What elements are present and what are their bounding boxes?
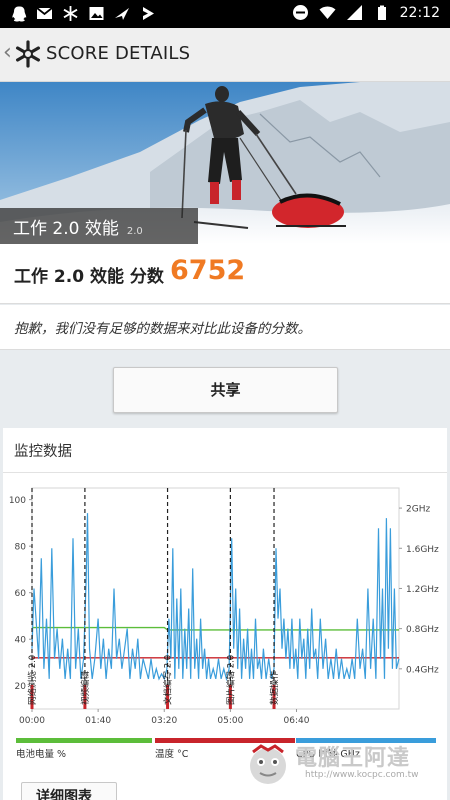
detailed-chart-button[interactable]: 详细图表 — [21, 782, 117, 800]
y-left-tick-label: 60 — [15, 589, 27, 599]
segment-marker-label: 文档编写 2.0 — [163, 655, 174, 705]
page-title: SCORE DETAILS — [46, 43, 191, 64]
y-left-tick-label: 40 — [15, 636, 27, 646]
mascot-logo-icon — [250, 744, 286, 784]
snowflake-icon — [63, 6, 78, 21]
pcmark-logo-icon — [15, 40, 40, 68]
monitoring-card: 监控数据 20 40 60 80 100 0.4GHz 0.8GHz 1.2GHz 1.6GHz… — [3, 428, 447, 800]
watermark-text: 電腦王阿達 — [295, 746, 411, 771]
download-icon — [143, 7, 154, 20]
segment-marker-label: 图片编辑 2.0 — [225, 655, 236, 705]
app-bar: ‹ SCORE DETAILS — [0, 28, 450, 82]
monitoring-chart[interactable]: 20 40 60 80 100 0.4GHz 0.8GHz 1.2GHz 1.6GHz 2GHz 0… — [3, 428, 447, 733]
y-right-tick-label: 0.4GHz — [406, 665, 439, 675]
x-tick-label: 03:20 — [151, 716, 177, 726]
watermark-url: http://www.kocpc.com.tw — [305, 770, 419, 780]
legend-swatch — [16, 738, 152, 743]
comparison-message-row: 抱歉，我们没有足够的数据来对比此设备的分数。 — [0, 305, 450, 350]
back-button[interactable]: ‹ — [3, 40, 12, 65]
watermark: 電腦王阿達 http://www.kocpc.com.tw — [243, 738, 443, 788]
legend-label: 电池电量 % — [16, 749, 67, 760]
x-tick-label: 00:00 — [19, 716, 45, 726]
notification-icons — [10, 5, 157, 22]
score-value: 6752 — [170, 255, 246, 286]
gallery-icon — [89, 7, 104, 20]
x-tick-label: 01:40 — [85, 716, 111, 726]
x-tick-label: 05:00 — [217, 716, 243, 726]
y-right-tick-label: 2GHz — [406, 505, 430, 515]
system-icons: 22:12 — [292, 4, 440, 21]
wifi-icon — [319, 6, 336, 19]
segment-marker-label: 网络浏览 2.0 — [27, 655, 38, 705]
clock: 22:12 — [399, 4, 440, 21]
segment-marker-label: 视频编辑 — [80, 670, 91, 705]
share-area: 共享 — [0, 351, 450, 427]
score-label: 工作 2.0 效能 分数 — [14, 267, 164, 287]
hero-caption: 工作 2.0 效能 2.0 — [0, 208, 198, 244]
y-left-tick-label: 80 — [15, 543, 27, 553]
comparison-message: 抱歉，我们没有足够的数据来对比此设备的分数。 — [14, 321, 311, 337]
legend-item: 电池电量 % — [16, 738, 152, 764]
app-icon — [115, 8, 129, 20]
signal-icon — [346, 5, 362, 20]
dnd-icon — [292, 5, 308, 20]
share-button[interactable]: 共享 — [113, 367, 338, 413]
segment-marker-label: 数据操作 — [269, 670, 280, 705]
test-name: 工作 2.0 效能 — [13, 219, 119, 239]
y-left-tick-label: 20 — [15, 682, 27, 692]
test-version: 2.0 — [126, 226, 143, 237]
x-tick-label: 06:40 — [284, 716, 310, 726]
score-row: 工作 2.0 效能 分数 6752 — [0, 244, 450, 304]
y-right-tick-label: 1.6GHz — [406, 545, 439, 555]
y-left-tick-label: 100 — [9, 496, 26, 506]
battery-icon — [377, 5, 386, 20]
hero-banner: 工作 2.0 效能 2.0 — [0, 82, 450, 244]
qq-icon — [12, 6, 27, 22]
status-bar: 22:12 — [0, 0, 450, 28]
y-right-tick-label: 0.8GHz — [406, 625, 439, 635]
y-right-tick-label: 1.2GHz — [406, 585, 439, 595]
gmail-icon — [36, 7, 53, 19]
